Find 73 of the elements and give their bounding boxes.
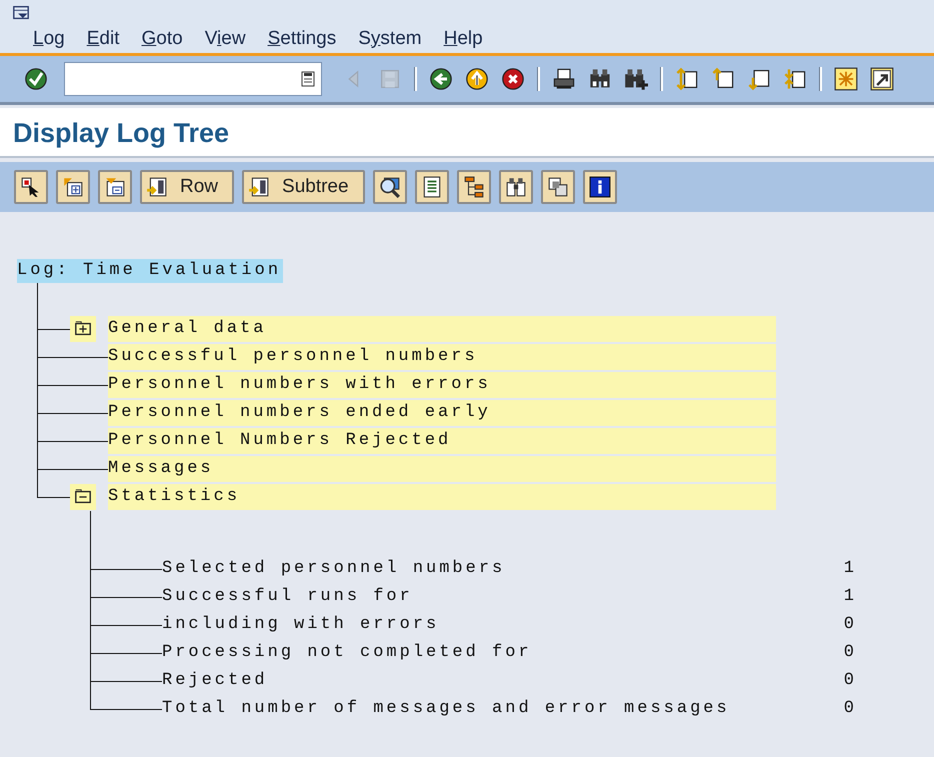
statistic-label: including with errors <box>162 614 440 636</box>
statistic-label: Rejected <box>162 670 268 692</box>
icon-button[interactable] <box>56 170 90 204</box>
tree-node[interactable]: Successful personnel numbers <box>108 344 776 370</box>
binoculars-plus-icon[interactable] <box>624 67 648 91</box>
tree-node[interactable]: Personnel Numbers Rejected <box>108 428 776 454</box>
tree-connector <box>90 667 162 695</box>
screen-title: Display Log Tree <box>12 117 230 149</box>
binoculars-icon <box>504 176 527 198</box>
icon-button[interactable] <box>14 170 48 204</box>
row-button[interactable]: Row <box>140 170 234 204</box>
tree-connector <box>37 455 70 483</box>
page-arrows-icon[interactable] <box>675 67 699 91</box>
subtree-button[interactable]: Subtree <box>242 170 365 204</box>
check-icon[interactable] <box>24 67 48 91</box>
menu-item[interactable]: View <box>204 28 246 50</box>
statistic-value: 0 <box>842 698 857 720</box>
statistic-value: 0 <box>842 642 857 664</box>
history-icon[interactable] <box>301 71 315 87</box>
tree-node[interactable]: Personnel numbers ended early <box>108 400 776 426</box>
icon-button[interactable] <box>372 170 407 204</box>
expand-icon <box>62 176 84 198</box>
list-arrow-icon <box>248 176 270 198</box>
icon-button[interactable] <box>540 170 575 204</box>
icon-button[interactable] <box>98 170 132 204</box>
cancel-icon[interactable] <box>501 67 525 91</box>
menu-item[interactable]: Settings <box>268 28 336 50</box>
statistic-label: Processing not completed for <box>162 642 532 664</box>
tree-connector <box>37 399 70 427</box>
statistic-value: 1 <box>842 558 857 580</box>
icon-button[interactable] <box>456 170 491 204</box>
info-icon <box>588 176 611 198</box>
list-arrow-icon <box>146 176 168 198</box>
tree-node[interactable]: Personnel numbers with errors <box>108 372 776 398</box>
magnifier-icon <box>378 176 401 198</box>
collapse-folder-icon[interactable] <box>73 488 93 506</box>
printer-icon[interactable] <box>552 67 576 91</box>
tree-connector <box>37 343 70 371</box>
tree-connector <box>90 583 162 611</box>
tree-connector <box>37 371 70 399</box>
menu-item[interactable]: Goto <box>141 28 183 50</box>
tree-connector <box>90 611 162 639</box>
copy-icon <box>546 176 569 198</box>
icon-button[interactable] <box>582 170 617 204</box>
command-field[interactable] <box>64 62 322 96</box>
page-arrows-icon[interactable] <box>783 67 807 91</box>
statistic-label: Successful runs for <box>162 586 413 608</box>
menu-item[interactable]: Help <box>444 28 483 50</box>
shortcut-icon[interactable] <box>870 67 894 91</box>
new-window-icon[interactable] <box>834 67 858 91</box>
tree-root[interactable]: Log: Time Evaluation <box>17 259 284 283</box>
tree-node[interactable]: Messages <box>108 456 776 482</box>
statistic-label: Total number of messages and error messages <box>162 698 730 720</box>
tree-node[interactable]: General data <box>108 316 776 342</box>
tree-connector <box>90 639 162 667</box>
page-up-arrow-icon[interactable] <box>711 67 735 91</box>
statistic-value: 0 <box>842 614 857 636</box>
menu-item[interactable]: System <box>358 28 422 50</box>
tree-node[interactable]: Statistics <box>108 484 776 510</box>
statistic-value: 0 <box>842 670 857 692</box>
statistic-label: Selected personnel numbers <box>162 558 506 580</box>
tree-connector <box>37 427 70 455</box>
collapse-icon <box>104 176 126 198</box>
icon-button[interactable] <box>498 170 533 204</box>
page-down-arrow-icon[interactable] <box>747 67 771 91</box>
window-menu-icon[interactable] <box>11 4 31 22</box>
statistic-value: 1 <box>842 586 857 608</box>
icon-button[interactable] <box>414 170 449 204</box>
back-icon[interactable] <box>429 67 453 91</box>
hierarchy-icon <box>462 176 485 198</box>
expand-folder-icon[interactable] <box>73 320 93 338</box>
menu-item[interactable]: Log <box>33 28 65 50</box>
menu-item[interactable]: Edit <box>86 28 120 50</box>
